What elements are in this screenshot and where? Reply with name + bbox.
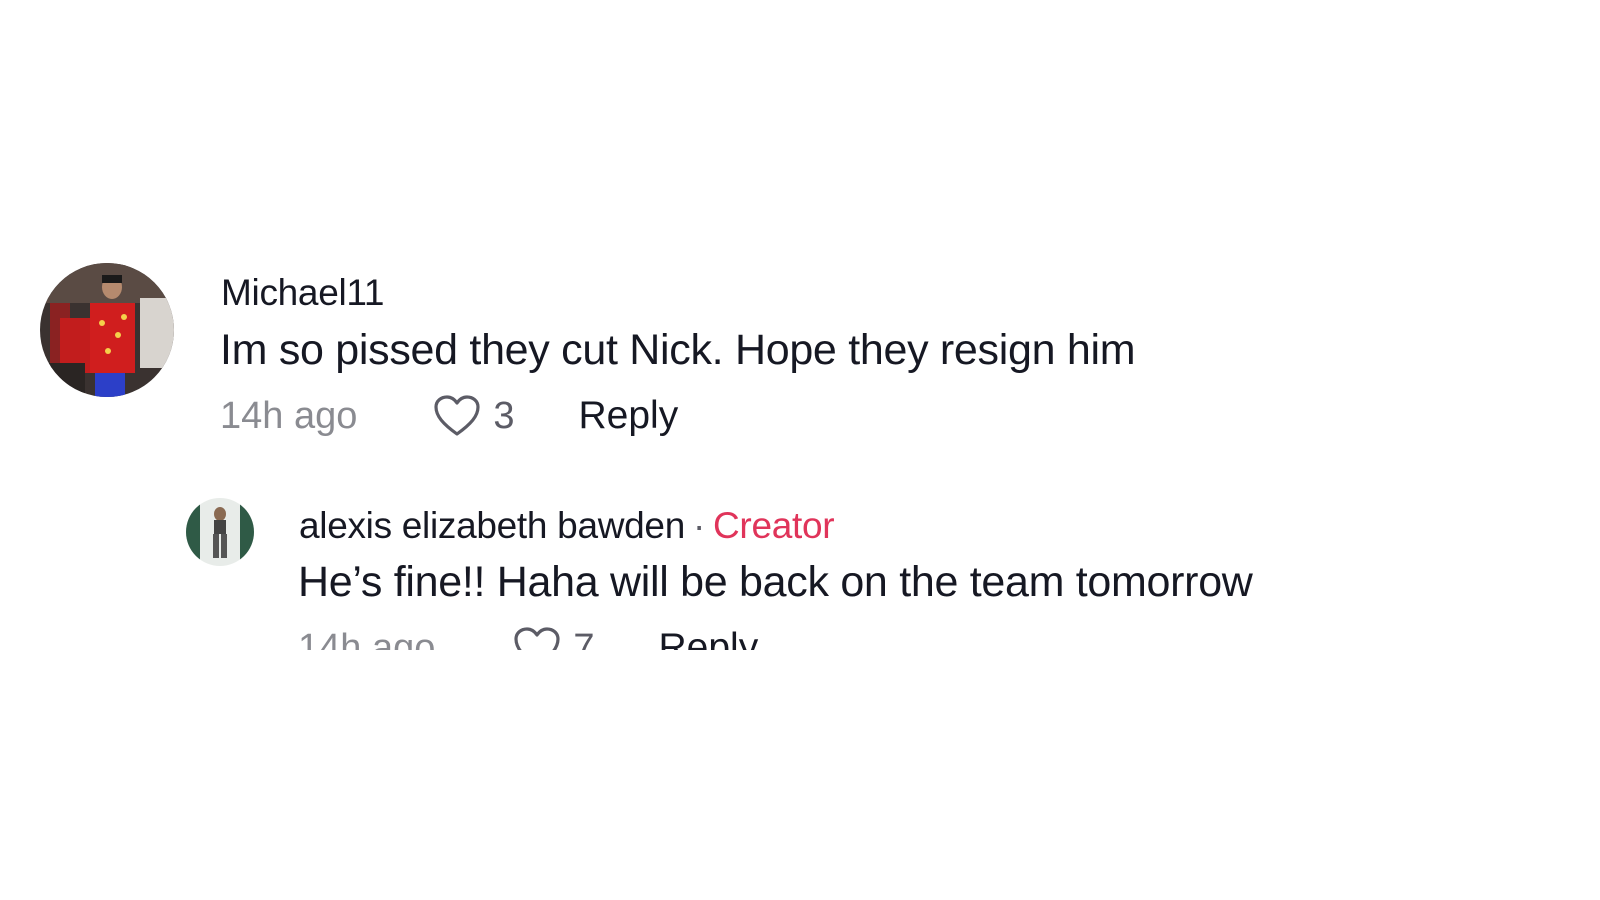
username-text[interactable]: alexis elizabeth bawden xyxy=(299,505,685,546)
comment-timestamp: 14h ago xyxy=(220,394,358,437)
username-text[interactable]: Michael11 xyxy=(221,272,385,313)
heart-outline-icon[interactable] xyxy=(433,394,481,438)
avatar[interactable] xyxy=(186,498,254,566)
avatar[interactable] xyxy=(40,263,174,397)
like-button[interactable]: 3 xyxy=(433,394,515,438)
creator-badge: Creator xyxy=(713,505,835,546)
comment-text: He’s fine!! Haha will be back on the tea… xyxy=(298,558,1253,606)
comment-username[interactable]: Michael11 xyxy=(221,272,385,314)
reply-button[interactable]: Reply xyxy=(579,394,679,438)
comment-text: Im so pissed they cut Nick. Hope they re… xyxy=(220,326,1136,374)
like-count: 3 xyxy=(493,394,515,437)
crop-edge xyxy=(186,650,886,710)
comment-username: alexis elizabeth bawden · Creator xyxy=(299,505,835,547)
separator: · xyxy=(692,505,706,546)
comment-meta: 14h ago 3 Reply xyxy=(220,394,678,438)
